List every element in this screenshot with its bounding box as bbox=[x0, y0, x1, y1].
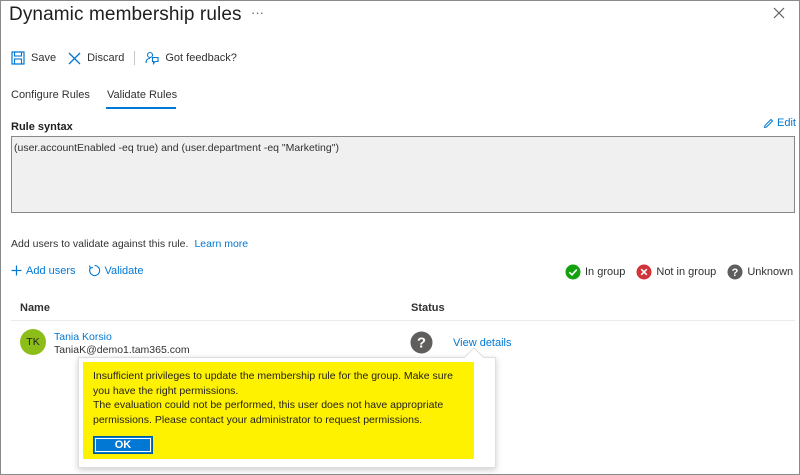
question-circle-icon: ? bbox=[727, 264, 743, 280]
column-header-status[interactable]: Status bbox=[411, 302, 445, 314]
view-details-link[interactable]: View details bbox=[453, 337, 512, 349]
user-name-link[interactable]: Tania Korsio bbox=[54, 331, 112, 343]
status-unknown: ? bbox=[410, 331, 433, 354]
callout-message-line1: Insufficient privileges to update the me… bbox=[93, 370, 453, 397]
validate-description: Add users to validate against this rule.… bbox=[11, 238, 248, 250]
table-header-divider bbox=[11, 320, 795, 321]
avatar: TK bbox=[20, 329, 46, 355]
close-icon bbox=[773, 7, 785, 19]
discard-label: Discard bbox=[87, 52, 125, 64]
user-email: TaniaK@demo1.tam365.com bbox=[54, 344, 190, 356]
close-button[interactable] bbox=[771, 5, 787, 21]
status-legend: In group Not in group ? Unknown bbox=[565, 264, 793, 280]
svg-text:?: ? bbox=[732, 267, 739, 279]
legend-not-in-group: Not in group bbox=[636, 264, 716, 280]
rule-syntax-label: Rule syntax bbox=[11, 121, 73, 133]
pencil-icon bbox=[763, 118, 774, 128]
ok-button[interactable]: OK bbox=[93, 436, 153, 454]
add-users-label: Add users bbox=[26, 264, 76, 277]
tab-validate-rules[interactable]: Validate Rules bbox=[107, 89, 177, 101]
question-circle-icon: ? bbox=[410, 331, 433, 354]
dialog-panel: Dynamic membership rules ··· Save Discar… bbox=[0, 0, 800, 475]
column-header-name[interactable]: Name bbox=[20, 302, 50, 314]
callout-message: Insufficient privileges to update the me… bbox=[93, 369, 468, 427]
callout-message-line2: The evaluation could not be performed, t… bbox=[93, 399, 444, 426]
feedback-icon bbox=[145, 51, 159, 65]
edit-rule-link[interactable]: Edit bbox=[763, 117, 796, 129]
legend-in-group: In group bbox=[565, 264, 625, 280]
save-icon bbox=[11, 51, 25, 65]
error-circle-icon bbox=[636, 264, 652, 280]
discard-button[interactable]: Discard bbox=[68, 52, 124, 65]
svg-text:?: ? bbox=[417, 335, 426, 352]
more-options-button[interactable]: ··· bbox=[251, 5, 264, 20]
plus-icon bbox=[11, 265, 22, 276]
tab-configure-rules[interactable]: Configure Rules bbox=[11, 89, 90, 101]
validate-button[interactable]: Validate bbox=[88, 264, 144, 277]
refresh-icon bbox=[88, 264, 100, 277]
rule-syntax-textbox[interactable]: (user.accountEnabled -eq true) and (user… bbox=[11, 136, 795, 213]
check-circle-icon bbox=[565, 264, 581, 280]
edit-label: Edit bbox=[777, 117, 796, 129]
save-label: Save bbox=[31, 52, 57, 64]
validate-actions: Add users Validate bbox=[11, 264, 155, 277]
toolbar-divider bbox=[134, 51, 136, 65]
page-title: Dynamic membership rules bbox=[9, 4, 242, 25]
validate-description-text: Add users to validate against this rule. bbox=[11, 238, 189, 250]
feedback-label: Got feedback? bbox=[165, 52, 237, 64]
legend-unknown: ? Unknown bbox=[727, 264, 793, 280]
validate-label: Validate bbox=[104, 264, 144, 277]
active-tab-indicator bbox=[106, 107, 176, 109]
feedback-button[interactable]: Got feedback? bbox=[145, 51, 237, 65]
command-bar: Save Discard Got feedback? bbox=[11, 49, 237, 67]
discard-icon bbox=[68, 52, 81, 64]
save-button[interactable]: Save bbox=[11, 51, 56, 65]
add-users-button[interactable]: Add users bbox=[11, 265, 76, 277]
learn-more-link[interactable]: Learn more bbox=[194, 238, 248, 250]
